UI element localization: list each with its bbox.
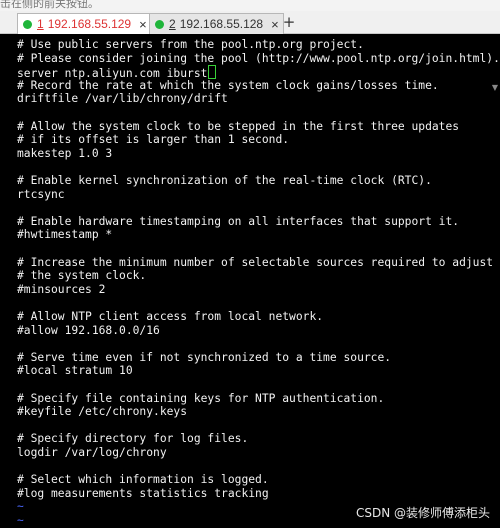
terminal-line: # Use public servers from the pool.ntp.o… — [17, 38, 364, 51]
terminal-line: # the system clock. — [17, 269, 147, 283]
session-tab-bar: 1 192.168.55.129 × 2 192.168.55.128 × + — [0, 11, 500, 34]
terminal-line: # Allow NTP client access from local net… — [17, 310, 324, 323]
connected-status-icon — [155, 19, 164, 29]
tab-session-1[interactable]: 1 192.168.55.129 × — [17, 13, 152, 34]
terminal-line: # Increase the minimum number of selecta… — [17, 255, 494, 269]
terminal-output[interactable]: ▼ # Use public servers from the pool.ntp… — [0, 34, 500, 528]
terminal-line: driftfile /var/lib/chrony/drift — [17, 92, 228, 106]
terminal-line: server ntp.aliyun.com iburst — [17, 65, 217, 80]
text-cursor — [208, 65, 217, 80]
empty-line-tilde: ~ — [17, 514, 24, 527]
close-icon[interactable]: × — [139, 17, 147, 32]
terminal-line: #hwtimestamp * — [17, 228, 113, 242]
terminal-line: rtcsync — [17, 187, 65, 201]
scroll-down-icon[interactable]: ▼ — [492, 83, 498, 92]
terminal-line: # Enable kernel synchronization of the r… — [17, 174, 432, 187]
terminal-line: #minsources 2 — [17, 282, 106, 296]
terminal-line: makestep 1.0 3 — [17, 146, 113, 160]
window-top-strip: 击在侧的前关按钮。 — [0, 0, 500, 11]
terminal-line: #allow 192.168.0.0/16 — [17, 323, 160, 337]
terminal-line: # if its offset is larger than 1 second. — [17, 133, 290, 147]
connected-status-icon — [23, 19, 32, 29]
terminal-line: # Allow the system clock to be stepped i… — [17, 119, 460, 133]
terminal-line: #keyfile /etc/chrony.keys — [17, 405, 188, 419]
terminal-line: # Serve time even if not synchronized to… — [17, 350, 392, 364]
tab-session-2[interactable]: 2 192.168.55.128 × — [149, 13, 284, 34]
terminal-line: # Enable hardware timestamping on all in… — [17, 214, 460, 228]
new-tab-button[interactable]: + — [281, 14, 297, 33]
top-strip-text: 击在侧的前关按钮。 — [0, 0, 99, 10]
watermark: CSDN @装修师傅添柜头 — [355, 506, 490, 520]
tab-number: 1 — [37, 17, 44, 31]
terminal-line: # Specify directory for log files. — [17, 432, 249, 446]
tab-label: 192.168.55.128 — [179, 17, 264, 31]
tab-number: 2 — [169, 17, 176, 31]
close-icon[interactable]: × — [271, 17, 279, 32]
terminal-line: #log measurements statistics tracking — [17, 486, 269, 500]
terminal-line: # Record the rate at which the system cl… — [17, 78, 439, 92]
empty-line-tilde: ~ — [17, 500, 24, 514]
terminal-line: # Please consider joining the pool (http… — [17, 51, 500, 65]
terminal-line: # Select which information is logged. — [17, 473, 269, 487]
terminal-line: logdir /var/log/chrony — [17, 446, 167, 459]
terminal-line: #local stratum 10 — [17, 364, 133, 378]
terminal-line: # Specify file containing keys for NTP a… — [17, 391, 385, 405]
tab-label: 192.168.55.129 — [47, 17, 132, 31]
